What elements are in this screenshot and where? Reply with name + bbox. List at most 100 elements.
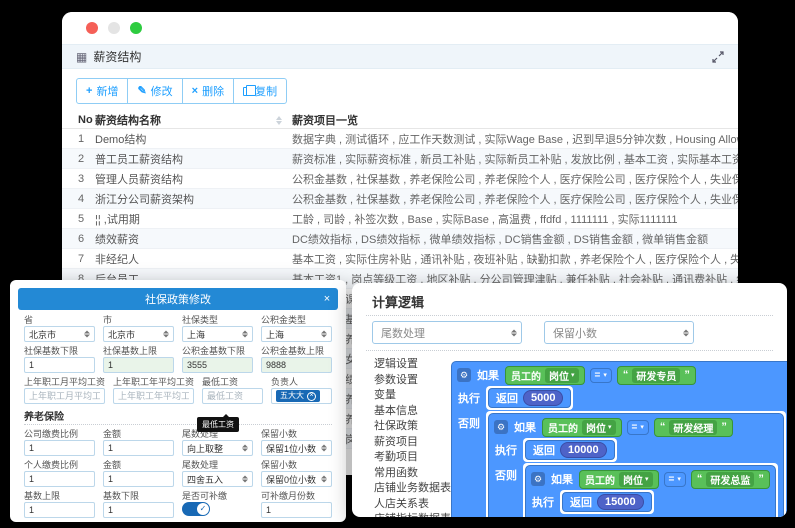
manager-input[interactable]: 五大大×	[271, 388, 332, 404]
row-name: 管理人员薪资结构	[95, 171, 292, 187]
expand-icon[interactable]	[712, 51, 724, 63]
table-row[interactable]: 1 Demo结构 数据字典 , 测试循环 , 应工作天数测试 , 实际Wage …	[62, 129, 738, 149]
logic-menu-item[interactable]: 变量	[374, 388, 451, 404]
string-value[interactable]: 研发经理	[669, 420, 717, 435]
logic-menu-item[interactable]: 薪资项目	[374, 435, 451, 451]
table-row[interactable]: 3 管理人员薪资结构 公积金基数 , 社保基数 , 养老保险公司 , 养老保险个…	[62, 169, 738, 189]
pension-section-title: 养老保险	[24, 408, 332, 423]
social-base-lower-input[interactable]	[24, 357, 95, 373]
decimals-select[interactable]: 保留小数	[544, 321, 694, 344]
logic-menu-item[interactable]: 考勤项目	[374, 450, 451, 466]
personal-decimals-select[interactable]: 保留0位小数	[261, 471, 332, 487]
operator-dropdown[interactable]: =▾	[627, 420, 649, 435]
string-block[interactable]: “ 研发专员 ”	[617, 366, 696, 385]
column-name[interactable]: 薪资结构名称	[95, 112, 292, 128]
table-row[interactable]: 2 普工员工薪资结构 薪资标准 , 实际薪资标准 , 新员工补贴 , 实际新员工…	[62, 149, 738, 169]
if-block-level-2[interactable]: ⚙ 如果 员工的 岗位▾ =▾ “ 研发经理 ”	[488, 413, 784, 517]
modal-close-icon[interactable]: ×	[316, 293, 338, 305]
blockly-canvas[interactable]: ⚙ 如果 员工的 岗位▾ =▾ “ 研发专员 ” 执行	[451, 357, 787, 517]
fund-base-lower-input[interactable]	[182, 357, 253, 373]
logic-menu-item[interactable]: 逻辑设置	[374, 357, 451, 373]
if-block-level-3[interactable]: ⚙ 如果 员工的 岗位▾ =▾	[525, 465, 776, 517]
return-value[interactable]: 10000	[560, 442, 607, 458]
last-year-month-avg-input[interactable]	[24, 388, 105, 404]
province-select[interactable]: 北京市	[24, 326, 95, 342]
sort-icon[interactable]	[276, 116, 282, 125]
logic-menu-item[interactable]: 人店关系表	[374, 497, 451, 513]
personal-rounding-select[interactable]: 四舍五入	[182, 471, 253, 487]
divider	[366, 350, 773, 351]
modal-header: 社保政策修改 ×	[18, 288, 338, 310]
row-no: 1	[62, 133, 95, 145]
minimize-window-button[interactable]	[108, 22, 120, 34]
can-repay-toggle[interactable]: ✓	[182, 502, 210, 516]
zoom-window-button[interactable]	[130, 22, 142, 34]
field-dropdown[interactable]: 岗位▾	[545, 368, 579, 383]
base-lower-input[interactable]	[103, 502, 174, 518]
table-grid-icon: ▦	[76, 51, 87, 63]
logic-menu-item[interactable]: 参数设置	[374, 373, 451, 389]
string-value[interactable]: 研发专员	[632, 368, 680, 383]
return-value[interactable]: 5000	[523, 390, 563, 406]
table-row[interactable]: 5 ¦¦ ,试用期 工龄 , 司龄 , 补签次数 , Base , 实际Base…	[62, 209, 738, 229]
string-value[interactable]: 研发总监	[706, 472, 754, 487]
last-year-year-avg-input[interactable]	[113, 388, 194, 404]
column-items: 薪资项目一览	[292, 112, 738, 128]
row-name: 普工员工薪资结构	[95, 151, 292, 167]
condition-block[interactable]: 员工的 岗位▾	[505, 366, 585, 385]
field-dropdown[interactable]: 岗位▾	[582, 420, 616, 435]
social-type-select[interactable]: 上海	[182, 326, 253, 342]
close-window-button[interactable]	[86, 22, 98, 34]
company-decimals-select[interactable]: 保留1位小数	[261, 440, 332, 456]
select-arrows-icon	[321, 445, 327, 452]
logic-menu-item[interactable]: 基本信息	[374, 404, 451, 420]
return-block[interactable]: 返回 5000	[488, 388, 571, 408]
gear-icon[interactable]: ⚙	[494, 420, 508, 434]
table-toolbar: + 新增 ✎ 修改 × 删除 复制	[62, 69, 738, 112]
copy-icon	[243, 87, 251, 96]
company-ratio-input[interactable]	[24, 440, 95, 456]
remove-tag-icon[interactable]: ×	[307, 392, 316, 401]
fund-base-upper-input[interactable]	[261, 357, 332, 373]
city-select[interactable]: 北京市	[103, 326, 174, 342]
return-value[interactable]: 15000	[597, 494, 644, 510]
return-block[interactable]: 返回 10000	[525, 440, 615, 460]
condition-block[interactable]: 员工的 岗位▾	[579, 470, 659, 489]
social-base-upper-input[interactable]	[103, 357, 174, 373]
string-block[interactable]: “ 研发总监 ”	[691, 470, 770, 489]
operator-dropdown[interactable]: =▾	[590, 368, 612, 383]
logic-menu-item[interactable]: 常用函数	[374, 466, 451, 482]
row-items: 数据字典 , 测试循环 , 应工作天数测试 , 实际Wage Base , 迟到…	[292, 131, 738, 147]
table-row[interactable]: 6 绩效薪资 DC绩效指标 , DS绩效指标 , 微单绩效指标 , DC销售金额…	[62, 229, 738, 249]
edit-button[interactable]: ✎ 修改	[127, 78, 182, 104]
min-wage-input[interactable]	[202, 388, 263, 404]
operator-dropdown[interactable]: =▾	[664, 472, 686, 487]
base-upper-input[interactable]	[24, 502, 95, 518]
fund-type-select[interactable]: 上海	[261, 326, 332, 342]
if-block-level-1[interactable]: ⚙ 如果 员工的 岗位▾ =▾ “ 研发专员 ” 执行	[451, 361, 787, 517]
table-row[interactable]: 4 浙江分公司薪资架构 公积金基数 , 社保基数 , 养老保险公司 , 养老保险…	[62, 189, 738, 209]
field-dropdown[interactable]: 岗位▾	[619, 472, 653, 487]
personal-amount-input[interactable]	[103, 471, 174, 487]
logic-menu-item[interactable]: 店铺业务数据表	[374, 481, 451, 497]
logic-menu-item[interactable]: 社保政策	[374, 419, 451, 435]
company-rounding-select[interactable]: 向上取整	[182, 440, 253, 456]
company-amount-input[interactable]	[103, 440, 174, 456]
personal-ratio-input[interactable]	[24, 471, 95, 487]
column-no: No	[62, 114, 95, 126]
select-arrows-icon	[321, 331, 327, 338]
gear-icon[interactable]: ⚙	[457, 368, 471, 382]
repay-months-input[interactable]	[261, 502, 332, 518]
string-block[interactable]: “ 研发经理 ”	[654, 418, 733, 437]
row-name: 绩效薪资	[95, 231, 292, 247]
delete-button[interactable]: × 删除	[182, 78, 234, 104]
copy-button[interactable]: 复制	[233, 78, 287, 104]
condition-block[interactable]: 员工的 岗位▾	[542, 418, 622, 437]
rounding-select[interactable]: 尾数处理	[372, 321, 522, 344]
logic-menu-item[interactable]: 店铺指标数据表	[374, 512, 451, 517]
table-row[interactable]: 7 非经纪人 基本工资 , 实际住房补贴 , 通讯补贴 , 夜班补贴 , 缺勤扣…	[62, 249, 738, 269]
row-items: 薪资标准 , 实际薪资标准 , 新员工补贴 , 实际新员工补贴 , 发放比例 ,…	[292, 151, 738, 167]
add-button[interactable]: + 新增	[76, 78, 128, 104]
gear-icon[interactable]: ⚙	[531, 472, 545, 486]
return-block[interactable]: 返回 15000	[562, 492, 652, 512]
